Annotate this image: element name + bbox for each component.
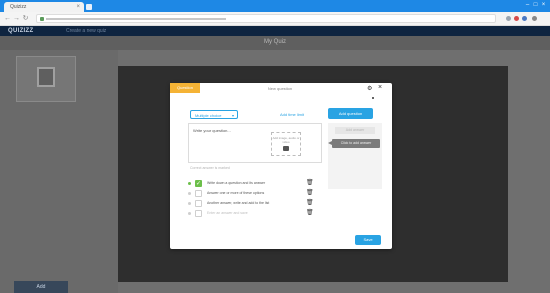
answer-side-panel: Add answer Click to add answer bbox=[328, 123, 382, 189]
slides-panel: Add bbox=[0, 50, 118, 293]
trash-icon[interactable]: 🗑 bbox=[306, 180, 314, 187]
add-question-button[interactable]: Add question bbox=[328, 108, 373, 119]
add-answer-tooltip: Click to add answer bbox=[328, 139, 380, 148]
answer-status-dot bbox=[188, 212, 191, 215]
trash-icon[interactable]: 🗑 bbox=[306, 200, 314, 207]
answer-list: ✓ Write down a question and its answer 🗑… bbox=[188, 179, 322, 219]
extension-icon[interactable] bbox=[506, 16, 511, 21]
address-bar-row: ← → ↻ bbox=[0, 12, 550, 26]
header-subtitle: Create a new quiz bbox=[66, 28, 107, 34]
answer-status-dot bbox=[188, 182, 191, 185]
minimize-icon[interactable]: – bbox=[524, 2, 531, 8]
forward-icon[interactable]: → bbox=[13, 15, 20, 22]
chevron-down-icon: ▾ bbox=[231, 113, 234, 118]
answer-row[interactable]: Answer one or more of these options 🗑 bbox=[188, 189, 322, 198]
close-icon[interactable]: × bbox=[378, 84, 382, 91]
menu-icon[interactable] bbox=[532, 16, 537, 21]
correct-checkbox[interactable] bbox=[195, 190, 202, 197]
answer-text[interactable]: Write down a question and its answer bbox=[207, 181, 265, 185]
question-placeholder: Write your question... bbox=[193, 128, 231, 133]
modal-title: New question bbox=[267, 86, 293, 91]
more-icon[interactable] bbox=[372, 97, 374, 99]
add-answer-ghost-button[interactable]: Add answer bbox=[335, 127, 375, 134]
question-type-label: Multiple choice bbox=[195, 113, 222, 118]
app-header: QUIZIZZ Create a new quiz bbox=[0, 26, 550, 36]
reload-icon[interactable]: ↻ bbox=[22, 15, 29, 22]
correct-checkbox[interactable] bbox=[195, 200, 202, 207]
answer-text[interactable]: Another answer, write and add to the lis… bbox=[207, 201, 269, 205]
correct-checkbox[interactable]: ✓ bbox=[195, 180, 202, 187]
add-slide-button[interactable]: Add bbox=[14, 281, 68, 293]
settings-icon[interactable]: ⚙ bbox=[367, 85, 372, 92]
time-limit-link[interactable]: Add time limit bbox=[280, 112, 304, 117]
slide-thumbnail[interactable] bbox=[16, 56, 76, 102]
browser-tab[interactable]: Quizizz × bbox=[4, 2, 84, 12]
extension-icon[interactable] bbox=[522, 16, 527, 21]
window-close-icon[interactable]: × bbox=[540, 2, 547, 8]
brand-logo[interactable]: QUIZIZZ bbox=[8, 28, 33, 34]
question-editor-modal: Question New question ⚙ × Multiple choic… bbox=[170, 83, 392, 249]
answer-status-dot bbox=[188, 192, 191, 195]
answer-hint: Correct answer is marked bbox=[190, 166, 230, 170]
save-button[interactable]: Save bbox=[355, 235, 381, 245]
trash-icon[interactable]: 🗑 bbox=[306, 210, 314, 217]
camera-icon bbox=[283, 146, 289, 151]
answer-row[interactable]: Another answer, write and add to the lis… bbox=[188, 199, 322, 208]
correct-checkbox[interactable] bbox=[195, 210, 202, 217]
lock-icon bbox=[40, 17, 44, 21]
answer-status-dot bbox=[188, 202, 191, 205]
browser-tab-bar: Quizizz × – □ × bbox=[0, 0, 550, 12]
url-text bbox=[46, 18, 226, 20]
editor-subheader: My Quiz bbox=[0, 36, 550, 50]
question-type-select[interactable]: Multiple choice ▾ bbox=[190, 110, 238, 119]
tab-close-icon[interactable]: × bbox=[76, 2, 80, 12]
answer-row[interactable]: Enter an answer and save 🗑 bbox=[188, 209, 322, 218]
answer-text[interactable]: Answer one or more of these options bbox=[207, 191, 264, 195]
quiz-title: My Quiz bbox=[263, 39, 286, 45]
media-label: Add image, audio or video bbox=[272, 136, 300, 144]
slide-icon bbox=[37, 67, 55, 87]
new-tab-icon[interactable] bbox=[86, 4, 92, 10]
maximize-icon[interactable]: □ bbox=[532, 2, 539, 8]
back-icon[interactable]: ← bbox=[4, 15, 11, 22]
media-upload[interactable]: Add image, audio or video bbox=[271, 132, 301, 156]
answer-row[interactable]: ✓ Write down a question and its answer 🗑 bbox=[188, 179, 322, 188]
tab-title: Quizizz bbox=[10, 4, 27, 10]
extension-icon[interactable] bbox=[514, 16, 519, 21]
question-input[interactable]: Write your question... Add image, audio … bbox=[188, 123, 322, 163]
question-badge: Question bbox=[170, 83, 200, 93]
trash-icon[interactable]: 🗑 bbox=[306, 190, 314, 197]
url-field[interactable] bbox=[36, 14, 496, 23]
answer-text[interactable]: Enter an answer and save bbox=[207, 211, 248, 215]
